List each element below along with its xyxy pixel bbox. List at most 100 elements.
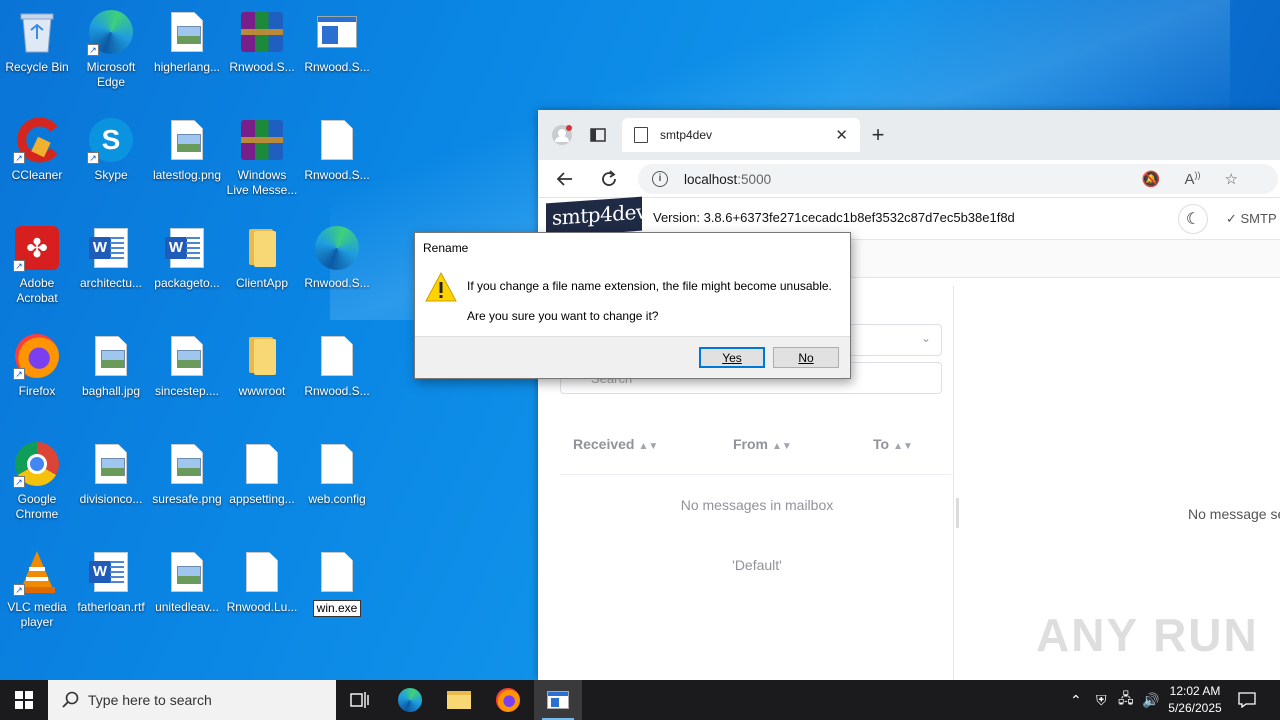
word-document-icon: W xyxy=(163,224,211,272)
column-from[interactable]: From ▲▼ xyxy=(733,436,792,452)
yes-button[interactable]: Yes xyxy=(699,347,765,368)
clock-time: 12:02 AM xyxy=(1169,684,1221,698)
desktop-icon-label: Adobe Acrobat xyxy=(16,276,58,305)
taskbar-firefox-icon[interactable] xyxy=(484,680,532,720)
dark-mode-toggle-icon[interactable]: ☾ xyxy=(1178,204,1208,234)
desktop-icon-firefox[interactable]: ↗ Firefox xyxy=(0,332,74,399)
site-info-icon[interactable]: i xyxy=(652,171,668,187)
desktop-icon-windows-live[interactable]: Windows Live Messe... xyxy=(225,116,299,198)
desktop-icon-win-exe[interactable]: win.exe xyxy=(300,548,374,617)
back-icon[interactable] xyxy=(550,164,580,194)
winrar-archive-icon xyxy=(238,8,286,56)
anyrun-watermark: ANY RUN xyxy=(1036,609,1259,661)
desktop-icon-label: Rnwood.S... xyxy=(229,60,295,74)
image-file-icon xyxy=(87,440,135,488)
desktop-icon-rnwood-file-1[interactable]: Rnwood.S... xyxy=(300,116,374,183)
pane-resize-handle[interactable] xyxy=(956,498,959,528)
ccleaner-icon: ↗ xyxy=(13,116,61,164)
desktop-icon-label: CCleaner xyxy=(11,168,63,182)
desktop-icon-rnwood-file-2[interactable]: Rnwood.S... xyxy=(300,332,374,399)
desktop-icon-label: divisionco... xyxy=(79,492,143,506)
edge-icon xyxy=(313,224,361,272)
desktop-icon-vlc[interactable]: ↗ VLC media player xyxy=(0,548,74,630)
desktop-icon-label: Rnwood.S... xyxy=(304,168,370,182)
desktop-icon-divisionco[interactable]: divisionco... xyxy=(74,440,148,507)
tab-close-icon[interactable]: ✕ xyxy=(835,126,848,144)
taskbar-file-explorer-icon[interactable] xyxy=(435,680,483,720)
taskbar-app-window-icon[interactable] xyxy=(534,680,582,720)
taskbar-edge-icon[interactable] xyxy=(386,680,434,720)
desktop-icon-rnwood-app[interactable]: Rnwood.S... xyxy=(300,8,374,75)
notifications-off-icon[interactable]: 🔕 xyxy=(1142,170,1161,188)
desktop-icon-unitedleav[interactable]: unitedleav... xyxy=(150,548,224,615)
desktop-icon-wwwroot[interactable]: wwwroot xyxy=(225,332,299,399)
address-bar[interactable]: i localhost:5000 🔕 A)) ☆ xyxy=(638,164,1278,194)
desktop-icon-rnwood-rar-1[interactable]: Rnwood.S... xyxy=(225,8,299,75)
tray-security-icon[interactable]: ⛨ xyxy=(1096,680,1107,720)
favorite-star-icon[interactable]: ☆ xyxy=(1225,170,1238,188)
desktop-icon-clientapp[interactable]: ClientApp xyxy=(225,224,299,291)
page-icon xyxy=(634,127,648,143)
desktop-icon-web-config[interactable]: web.config xyxy=(300,440,374,507)
desktop-icon-label: baghall.jpg xyxy=(81,384,141,398)
tab-actions-icon[interactable] xyxy=(584,123,612,147)
desktop-icon-fatherloan[interactable]: W fatherloan.rtf xyxy=(74,548,148,615)
profile-icon[interactable] xyxy=(548,123,576,147)
dialog-footer: Yes No xyxy=(415,336,850,378)
desktop-icon-label: Rnwood.S... xyxy=(304,384,370,398)
desktop-icon-rnwood-edge[interactable]: Rnwood.S... xyxy=(300,224,374,291)
clock-date: 5/26/2025 xyxy=(1168,701,1222,715)
smtp-status: ✓ SMTP xyxy=(1226,211,1277,226)
read-aloud-icon[interactable]: A)) xyxy=(1185,170,1201,188)
network-icon[interactable]: 🖧 xyxy=(1118,680,1134,720)
desktop-icon-latestlog[interactable]: latestlog.png xyxy=(150,116,224,183)
desktop-icon-appsetting[interactable]: appsetting... xyxy=(225,440,299,507)
desktop-icon-packageto[interactable]: W packageto... xyxy=(150,224,224,291)
desktop-icon-ccleaner[interactable]: ↗ CCleaner xyxy=(0,116,74,183)
start-button[interactable] xyxy=(0,680,48,720)
url-host: localhost xyxy=(684,171,738,187)
desktop-icon-label: Recycle Bin xyxy=(5,60,69,74)
edge-icon: ↗ xyxy=(87,8,135,56)
desktop-icon-recycle-bin[interactable]: Recycle Bin xyxy=(0,8,74,75)
desktop-icon-label: VLC media player xyxy=(7,600,67,629)
taskbar-search-input[interactable]: Type here to search xyxy=(48,680,336,720)
desktop-icon-sincestep[interactable]: sincestep.... xyxy=(150,332,224,399)
desktop-icon-suresafe[interactable]: suresafe.png xyxy=(150,440,224,507)
recycle-bin-icon xyxy=(13,8,61,56)
new-tab-button[interactable]: + xyxy=(864,122,892,147)
image-file-icon xyxy=(163,548,211,596)
divider xyxy=(560,474,954,475)
desktop-icon-label: Rnwood.S... xyxy=(304,60,370,74)
column-received[interactable]: Received ▲▼ xyxy=(573,436,658,452)
rename-input[interactable]: win.exe xyxy=(312,600,362,617)
desktop-icon-label: wwwroot xyxy=(238,384,286,398)
desktop-icon-label: Microsoft Edge xyxy=(86,60,136,89)
chrome-icon: ↗ xyxy=(13,440,61,488)
desktop-icon-google-chrome[interactable]: ↗ Google Chrome xyxy=(0,440,74,522)
column-to[interactable]: To ▲▼ xyxy=(873,436,913,452)
desktop-icon-architectu[interactable]: W architectu... xyxy=(74,224,148,291)
notification-center-icon[interactable] xyxy=(1238,680,1256,720)
desktop-icon-label: architectu... xyxy=(79,276,143,290)
desktop-icon-microsoft-edge[interactable]: ↗ Microsoft Edge xyxy=(74,8,148,90)
volume-icon[interactable]: 🔊 xyxy=(1142,680,1159,720)
image-file-icon xyxy=(87,332,135,380)
desktop-icon-label: appsetting... xyxy=(229,492,295,506)
desktop-icon-baghall[interactable]: baghall.jpg xyxy=(74,332,148,399)
desktop-icon-label: packageto... xyxy=(154,276,220,290)
desktop-icon-rnwood-lu[interactable]: Rnwood.Lu... xyxy=(225,548,299,615)
show-hidden-icons-chevron-icon[interactable]: ⌃ xyxy=(1070,680,1082,720)
image-file-icon xyxy=(163,332,211,380)
desktop-icon-skype[interactable]: S ↗ Skype xyxy=(74,116,148,183)
desktop-icon-higherlang[interactable]: higherlang... xyxy=(150,8,224,75)
no-button[interactable]: No xyxy=(773,347,839,368)
taskbar-clock[interactable]: 12:02 AM 5/26/2025 xyxy=(1158,683,1232,717)
dialog-message: If you change a file name extension, the… xyxy=(467,279,832,293)
tab-smtp4dev[interactable]: smtp4dev ✕ xyxy=(622,118,860,152)
desktop-icon-adobe-acrobat[interactable]: ✤ ↗ Adobe Acrobat xyxy=(0,224,74,306)
desktop-icon-label: Rnwood.S... xyxy=(304,276,370,290)
task-view-icon[interactable] xyxy=(336,680,384,720)
file-icon xyxy=(238,548,286,596)
refresh-icon[interactable] xyxy=(594,164,624,194)
